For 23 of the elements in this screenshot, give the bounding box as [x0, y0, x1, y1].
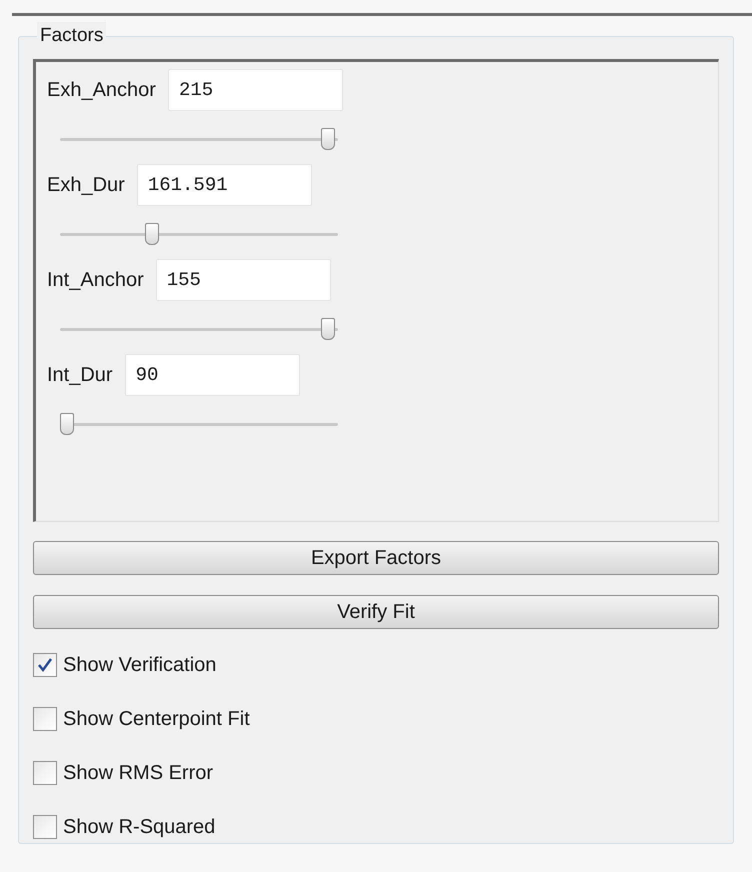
value-field[interactable]: 161.591 — [136, 164, 312, 206]
factor-label: Int_Dur — [47, 363, 113, 388]
slider-thumb[interactable] — [60, 413, 74, 435]
value-field[interactable]: 90 — [124, 354, 300, 396]
slider-thumb[interactable] — [320, 318, 335, 340]
check-icon — [37, 657, 53, 673]
checkbox-label: Show Centerpoint Fit — [63, 707, 250, 732]
value-field[interactable]: 155 — [156, 259, 331, 301]
slider-thumb[interactable] — [320, 128, 335, 150]
action-button[interactable]: Verify Fit — [33, 595, 719, 629]
slider-thumb[interactable] — [145, 223, 160, 245]
checkbox[interactable] — [33, 815, 57, 839]
factor-label: Exh_Anchor — [47, 78, 156, 103]
factor-label: Int_Anchor — [47, 268, 144, 293]
checkbox-label: Show Verification — [63, 653, 216, 678]
checkbox[interactable] — [33, 653, 57, 677]
checkbox[interactable] — [33, 707, 57, 731]
checkbox-label: Show R-Squared — [63, 815, 216, 840]
value-field[interactable]: 215 — [168, 69, 343, 111]
checkbox-label: Show RMS Error — [63, 761, 214, 786]
action-button[interactable]: Export Factors — [33, 541, 719, 575]
checkbox[interactable] — [33, 761, 57, 785]
factor-label: Exh_Dur — [47, 173, 125, 198]
